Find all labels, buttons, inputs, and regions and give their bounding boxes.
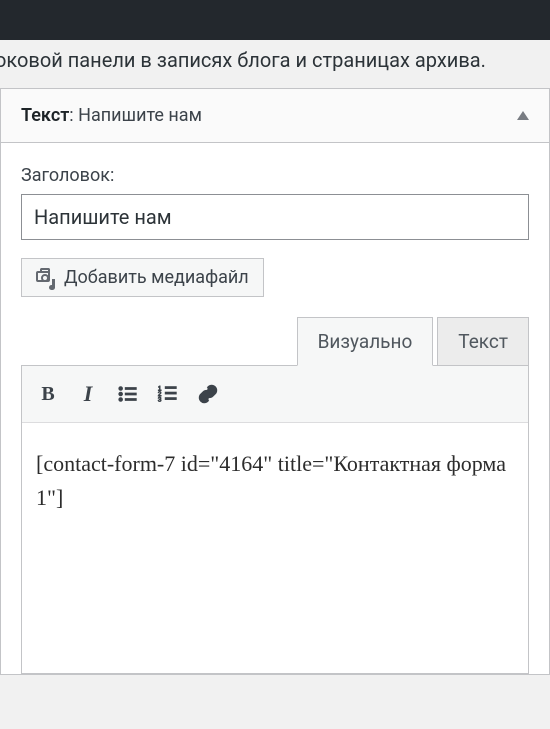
title-label: Заголовок: (21, 165, 529, 186)
editor-toolbar: B I 1 2 3 (22, 366, 528, 423)
tab-text[interactable]: Текст (437, 317, 529, 366)
bold-icon: B (41, 383, 54, 406)
widget-body: Заголовок: Добавить медиафайл Визуально … (1, 143, 549, 674)
add-media-button[interactable]: Добавить медиафайл (21, 258, 264, 297)
link-button[interactable] (190, 376, 226, 412)
bullet-list-button[interactable] (110, 376, 146, 412)
sidebar-area-description: оковой панели в записях блога и страница… (0, 40, 550, 88)
link-icon (197, 383, 219, 405)
editor-content-area[interactable]: [contact-form-7 id="4164" title="Контакт… (22, 423, 528, 673)
add-media-label: Добавить медиафайл (64, 267, 249, 288)
numbered-list-icon: 1 2 3 (157, 383, 179, 405)
media-icon (36, 269, 56, 287)
svg-text:3: 3 (158, 396, 162, 403)
numbered-list-button[interactable]: 1 2 3 (150, 376, 186, 412)
editor-tabs: Визуально Текст (21, 317, 529, 366)
italic-icon: I (84, 381, 93, 407)
title-input[interactable] (21, 194, 529, 240)
tab-visual[interactable]: Визуально (297, 317, 434, 366)
bold-button[interactable]: B (30, 376, 66, 412)
italic-button[interactable]: I (70, 376, 106, 412)
editor-container: B I 1 2 3 (21, 365, 529, 674)
widget-header[interactable]: Текст: Напишите нам (1, 89, 549, 143)
admin-bar (0, 0, 550, 40)
bullet-list-icon (117, 383, 139, 405)
widget-title-name: : Напишите нам (69, 105, 202, 126)
widget-text: Текст: Напишите нам Заголовок: Добавить … (0, 88, 550, 675)
collapse-icon (517, 111, 529, 120)
widget-title-type: Текст (21, 105, 69, 126)
widget-title: Текст: Напишите нам (21, 105, 202, 126)
